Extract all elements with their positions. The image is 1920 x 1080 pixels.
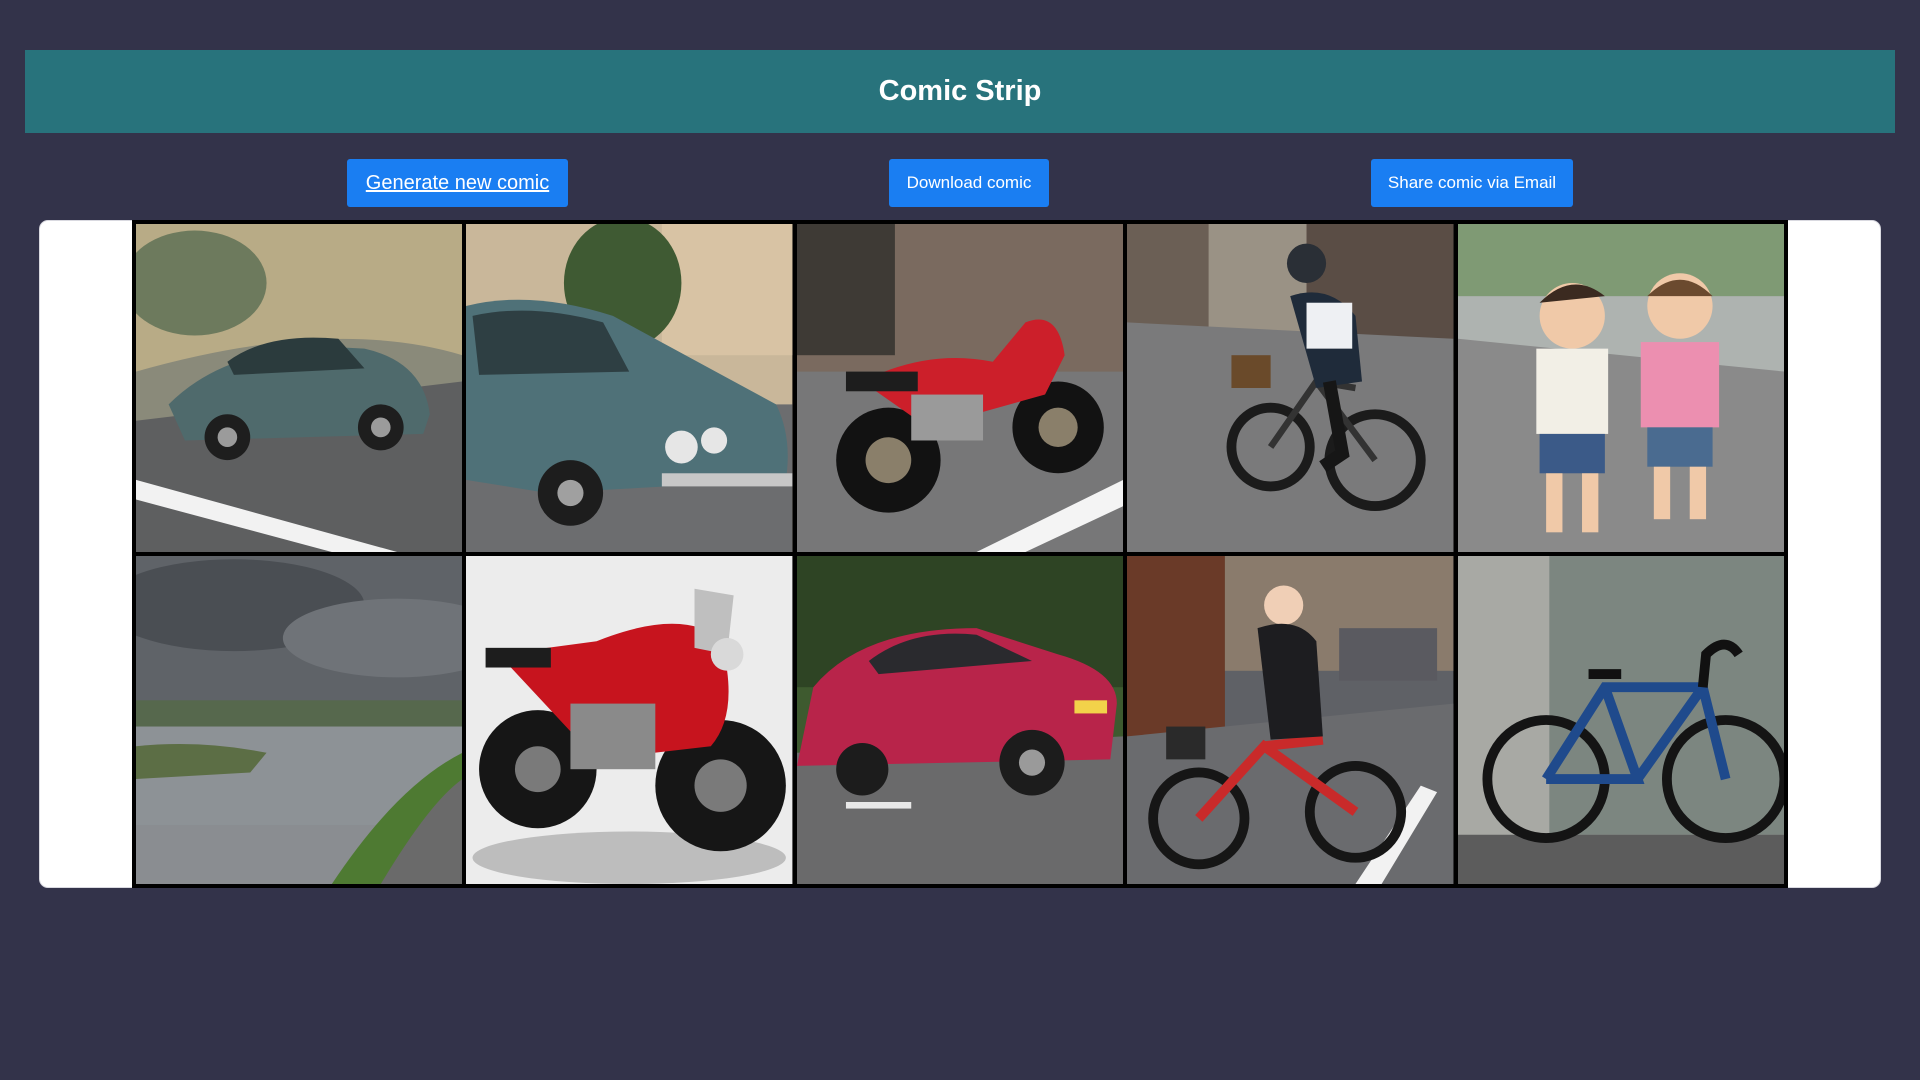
page-header: Comic Strip: [25, 50, 1895, 133]
comic-panel-10: [1457, 556, 1784, 884]
download-comic-button[interactable]: Download comic: [889, 159, 1049, 207]
page-title: Comic Strip: [878, 75, 1042, 107]
comic-grid: [132, 220, 1788, 888]
comic-panel-6: [136, 556, 463, 884]
generate-comic-button[interactable]: Generate new comic: [347, 159, 568, 207]
comic-panel-9: [1127, 556, 1454, 884]
comic-panel-2: [466, 224, 793, 552]
comic-panel-3: [796, 224, 1124, 552]
comic-panel-8: [796, 556, 1124, 884]
share-email-button[interactable]: Share comic via Email: [1371, 159, 1573, 207]
comic-panel-1: [136, 224, 463, 552]
comic-panel-4: [1127, 224, 1454, 552]
comic-panel-5: [1457, 224, 1784, 552]
comic-panel-7: [466, 556, 793, 884]
